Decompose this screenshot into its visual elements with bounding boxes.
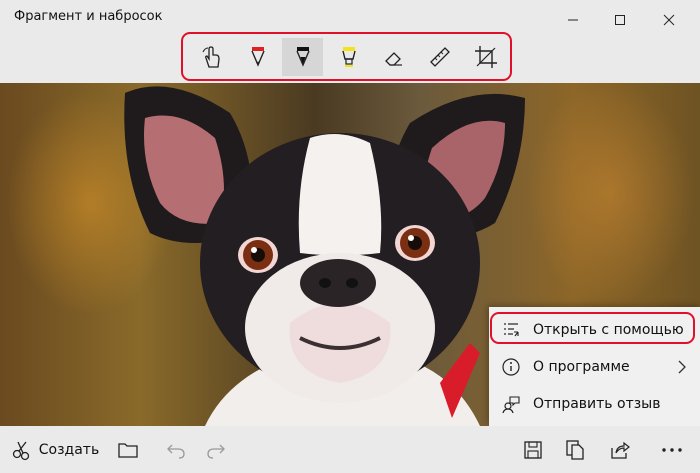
create-button[interactable]: Создать — [10, 426, 100, 473]
menu-item-about[interactable]: О программе — [489, 348, 700, 385]
copy-icon — [566, 439, 584, 460]
more-icon — [662, 447, 682, 452]
maximize-icon — [615, 15, 625, 25]
undo-button[interactable] — [158, 426, 194, 473]
close-button[interactable] — [646, 0, 692, 40]
bottom-bar — [0, 426, 700, 473]
close-icon — [663, 14, 675, 26]
info-icon — [502, 357, 520, 376]
maximize-button[interactable] — [597, 0, 643, 40]
snip-create-icon — [12, 441, 29, 460]
menu-item-feedback[interactable]: Отправить отзыв — [489, 385, 700, 422]
save-button[interactable] — [515, 426, 551, 473]
tools-highlight-frame — [181, 32, 512, 81]
feedback-icon — [502, 395, 520, 413]
share-icon — [611, 441, 630, 459]
redo-button[interactable] — [198, 426, 234, 473]
open-folder-button[interactable] — [110, 426, 146, 473]
menu-item-label: О программе — [533, 358, 630, 375]
menu-item-label: Отправить отзыв — [533, 395, 661, 412]
save-icon — [524, 440, 542, 459]
window-title: Фрагмент и набросок — [14, 9, 163, 24]
share-button[interactable] — [602, 426, 638, 473]
menu-highlight-frame — [490, 312, 695, 344]
create-label: Создать — [38, 441, 100, 458]
chevron-right-icon — [678, 360, 686, 374]
folder-icon — [118, 442, 138, 458]
undo-icon — [167, 444, 185, 459]
minimize-icon — [568, 19, 578, 21]
copy-button[interactable] — [557, 426, 593, 473]
more-button[interactable] — [652, 426, 692, 473]
minimize-button[interactable] — [550, 0, 596, 40]
redo-icon — [207, 444, 225, 459]
